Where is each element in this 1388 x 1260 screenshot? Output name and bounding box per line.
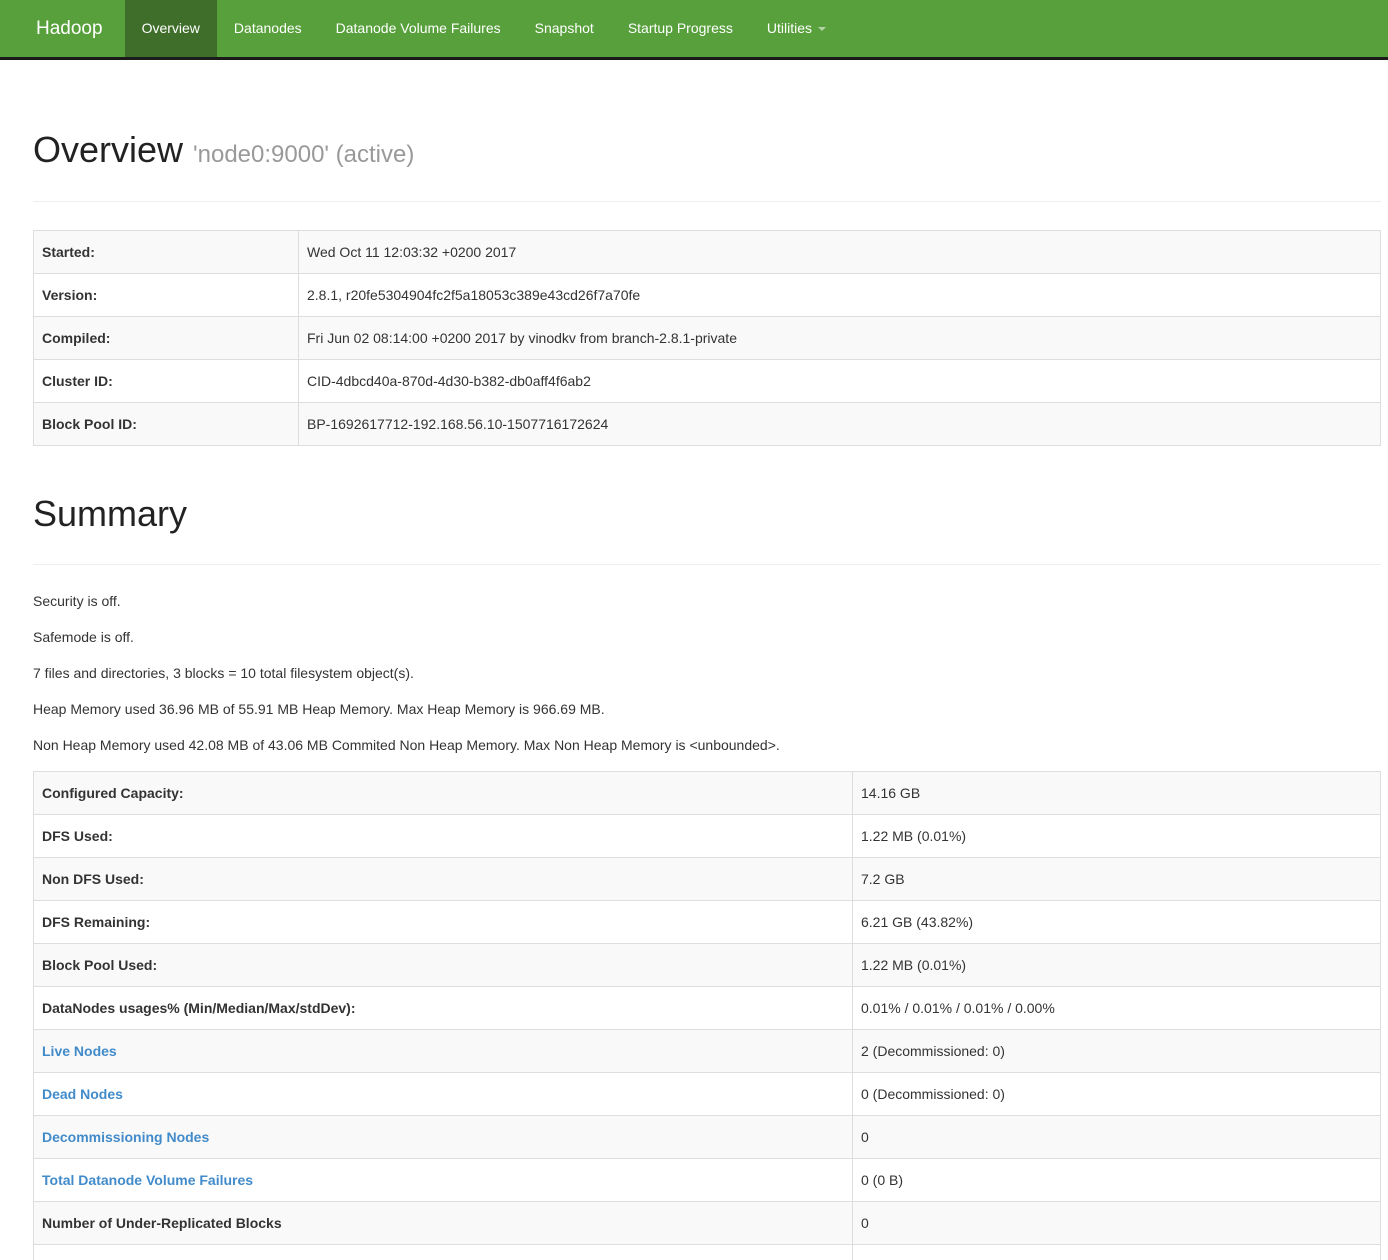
row-label: Configured Capacity:: [34, 772, 853, 815]
total-datanode-volume-failures-link[interactable]: Total Datanode Volume Failures: [42, 1172, 253, 1188]
table-row: DataNodes usages% (Min/Median/Max/stdDev…: [34, 987, 1381, 1030]
nav-item-datanodes[interactable]: Datanodes: [217, 0, 319, 57]
row-label: Started:: [34, 231, 299, 274]
row-value: 2 (Decommissioned: 0): [853, 1030, 1381, 1073]
row-label: Block Pool ID:: [34, 403, 299, 446]
decommissioning-nodes-link[interactable]: Decommissioning Nodes: [42, 1129, 209, 1145]
nav-item-label: Datanode Volume Failures: [336, 20, 501, 36]
nav-item-label: Datanodes: [234, 20, 302, 36]
summary-paragraph: Heap Memory used 36.96 MB of 55.91 MB He…: [33, 699, 1381, 719]
table-row: Cluster ID:CID-4dbcd40a-870d-4d30-b382-d…: [34, 360, 1381, 403]
summary-paragraph: Non Heap Memory used 42.08 MB of 43.06 M…: [33, 735, 1381, 755]
table-row: Number of Blocks Pending Deletion0: [34, 1245, 1381, 1260]
table-row: DFS Remaining:6.21 GB (43.82%): [34, 901, 1381, 944]
table-row: Non DFS Used:7.2 GB: [34, 858, 1381, 901]
row-value: 7.2 GB: [853, 858, 1381, 901]
summary-paragraphs: Security is off. Safemode is off. 7 files …: [33, 591, 1381, 755]
overview-header: Overview 'node0:9000' (active): [33, 130, 1381, 202]
row-label: Total Datanode Volume Failures: [34, 1159, 853, 1202]
row-label: Live Nodes: [34, 1030, 853, 1073]
summary-paragraph: Security is off.: [33, 591, 1381, 611]
nav-item-label: Snapshot: [535, 20, 594, 36]
nav-item-label: Startup Progress: [628, 20, 733, 36]
table-row: Dead Nodes 0 (Decommissioned: 0): [34, 1073, 1381, 1116]
table-row: Block Pool Used:1.22 MB (0.01%): [34, 944, 1381, 987]
page-title: Overview 'node0:9000' (active): [33, 130, 1381, 175]
nav-item-label: Overview: [142, 20, 200, 36]
summary-paragraph: Safemode is off.: [33, 627, 1381, 647]
row-value: 0 (Decommissioned: 0): [853, 1073, 1381, 1116]
row-value: 14.16 GB: [853, 772, 1381, 815]
table-row: DFS Used:1.22 MB (0.01%): [34, 815, 1381, 858]
table-row: Block Pool ID:BP-1692617712-192.168.56.1…: [34, 403, 1381, 446]
page-title-text: Overview: [33, 129, 183, 170]
summary-paragraph: 7 files and directories, 3 blocks = 10 t…: [33, 663, 1381, 683]
table-row: Compiled:Fri Jun 02 08:14:00 +0200 2017 …: [34, 317, 1381, 360]
navbar: Hadoop Overview Datanodes Datanode Volume …: [0, 0, 1388, 60]
nav-item-utilities[interactable]: Utilities: [750, 0, 843, 57]
page-subtitle: 'node0:9000' (active): [193, 141, 414, 168]
nav-items: Overview Datanodes Datanode Volume Failure…: [125, 0, 843, 57]
row-label: Dead Nodes: [34, 1073, 853, 1116]
caret-down-icon: [818, 27, 826, 31]
row-value: 0: [853, 1116, 1381, 1159]
table-row: Number of Under-Replicated Blocks0: [34, 1202, 1381, 1245]
nav-item-datanode-volume-failures[interactable]: Datanode Volume Failures: [319, 0, 518, 57]
row-label: Block Pool Used:: [34, 944, 853, 987]
nav-item-startup-progress[interactable]: Startup Progress: [611, 0, 750, 57]
nav-item-snapshot[interactable]: Snapshot: [518, 0, 611, 57]
row-value: 2.8.1, r20fe5304904fc2f5a18053c389e43cd2…: [299, 274, 1381, 317]
row-value: 0: [853, 1202, 1381, 1245]
table-row: Configured Capacity:14.16 GB: [34, 772, 1381, 815]
row-label: Number of Blocks Pending Deletion: [34, 1245, 853, 1260]
table-row: Decommissioning Nodes 0: [34, 1116, 1381, 1159]
nav-item-label: Utilities: [767, 20, 812, 36]
row-label: DFS Remaining:: [34, 901, 853, 944]
row-value: Fri Jun 02 08:14:00 +0200 2017 by vinodk…: [299, 317, 1381, 360]
row-label: Number of Under-Replicated Blocks: [34, 1202, 853, 1245]
row-value: CID-4dbcd40a-870d-4d30-b382-db0aff4f6ab2: [299, 360, 1381, 403]
table-row: Live Nodes 2 (Decommissioned: 0): [34, 1030, 1381, 1073]
brand-hadoop[interactable]: Hadoop: [20, 0, 119, 57]
overview-info-table: Started:Wed Oct 11 12:03:32 +0200 2017Ve…: [33, 230, 1381, 446]
row-label: Compiled:: [34, 317, 299, 360]
row-value: 0.01% / 0.01% / 0.01% / 0.00%: [853, 987, 1381, 1030]
row-label: Cluster ID:: [34, 360, 299, 403]
table-row: Version:2.8.1, r20fe5304904fc2f5a18053c3…: [34, 274, 1381, 317]
row-label: DFS Used:: [34, 815, 853, 858]
table-row: Started:Wed Oct 11 12:03:32 +0200 2017: [34, 231, 1381, 274]
row-value: BP-1692617712-192.168.56.10-150771617262…: [299, 403, 1381, 446]
row-value: 6.21 GB (43.82%): [853, 901, 1381, 944]
page-content: Overview 'node0:9000' (active) Started:W…: [0, 130, 1388, 1260]
row-value: 1.22 MB (0.01%): [853, 944, 1381, 987]
row-value: 0: [853, 1245, 1381, 1260]
summary-table: Configured Capacity:14.16 GBDFS Used:1.2…: [33, 771, 1381, 1260]
row-label: Version:: [34, 274, 299, 317]
summary-header: Summary: [33, 494, 1381, 565]
row-label: DataNodes usages% (Min/Median/Max/stdDev…: [34, 987, 853, 1030]
table-row: Total Datanode Volume Failures 0 (0 B): [34, 1159, 1381, 1202]
row-value: 0 (0 B): [853, 1159, 1381, 1202]
live-nodes-link[interactable]: Live Nodes: [42, 1043, 117, 1059]
row-value: 1.22 MB (0.01%): [853, 815, 1381, 858]
nav-item-overview[interactable]: Overview: [125, 0, 217, 57]
summary-title: Summary: [33, 494, 1381, 534]
row-value: Wed Oct 11 12:03:32 +0200 2017: [299, 231, 1381, 274]
row-label: Non DFS Used:: [34, 858, 853, 901]
row-label: Decommissioning Nodes: [34, 1116, 853, 1159]
dead-nodes-link[interactable]: Dead Nodes: [42, 1086, 123, 1102]
